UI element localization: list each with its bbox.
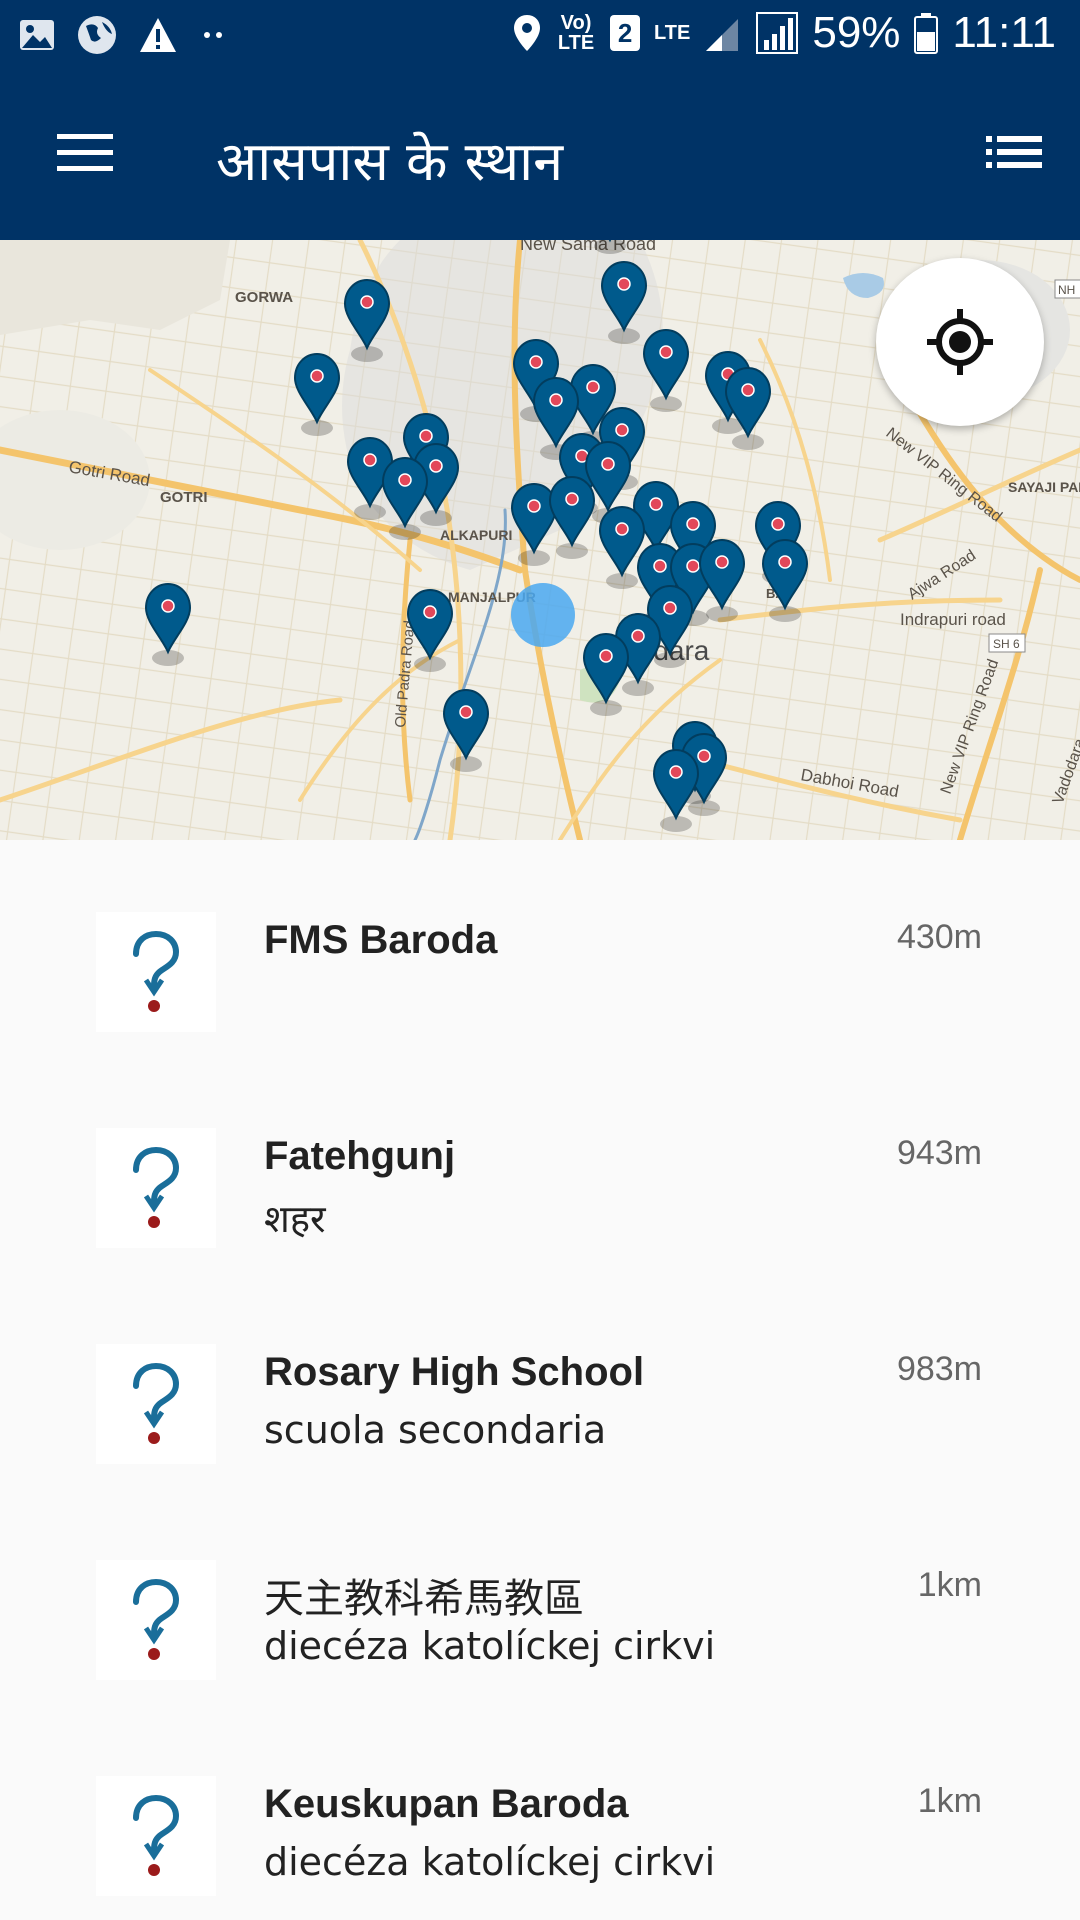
signal-icon (756, 12, 799, 54)
place-thumbnail (96, 1776, 216, 1896)
place-thumbnail (96, 1344, 216, 1464)
place-name: FMS Baroda (264, 918, 498, 962)
place-description: diecéza katolíckej cirkvi (264, 1840, 716, 1884)
signal-icon (706, 19, 739, 51)
location-icon (514, 15, 541, 51)
clock: 11:11 (952, 8, 1056, 57)
list-view-button[interactable] (972, 120, 1056, 184)
list-item[interactable]: Fatehgunj शहर 943m (0, 1056, 1080, 1272)
page-title: आसपास के स्थान (216, 130, 564, 193)
map-label: SAYAJI PARK (1008, 479, 1080, 495)
place-distance: 1km (917, 1782, 982, 1820)
map-label: ALKAPURI (440, 527, 512, 543)
map-view[interactable]: New Sama Road GORWA Gotri Road GOTRI ALK… (0, 240, 1080, 840)
map-label: New Sama Road (520, 240, 656, 254)
place-thumbnail (96, 1560, 216, 1680)
my-location-icon (927, 309, 993, 375)
battery-percent: 59% (812, 8, 901, 57)
place-name: Rosary High School (264, 1350, 645, 1394)
place-thumbnail (96, 912, 216, 1032)
list-item[interactable]: Keuskupan Baroda diecéza katolíckej cirk… (0, 1704, 1080, 1920)
data-arrows-icon: LTE (654, 22, 691, 44)
place-thumbnail (96, 1128, 216, 1248)
place-name: 天主教科希馬教區 (264, 1576, 584, 1622)
place-description: diecéza katolíckej cirkvi (264, 1624, 716, 1668)
place-distance: 430m (896, 918, 982, 956)
current-location-dot (511, 583, 575, 647)
place-name: Fatehgunj (264, 1134, 456, 1178)
status-indicators: Vo) LTE 2 LTE 59% 11:11 (512, 8, 1056, 58)
list-view-icon (986, 136, 1042, 168)
list-item[interactable]: Rosary High School scuola secondaria 983… (0, 1272, 1080, 1488)
map-label: GOTRI (160, 489, 208, 506)
unknown-place-question-icon (133, 1146, 180, 1228)
warning-icon (140, 18, 176, 52)
place-description: scuola secondaria (264, 1408, 607, 1452)
places-list: FMS Baroda 430m Fatehgunj शहर 943m Rosar… (0, 840, 1080, 1920)
unknown-place-question-icon (133, 1578, 180, 1660)
gallery-icon (20, 20, 54, 50)
sim2-icon: 2 (610, 15, 641, 51)
place-distance: 983m (896, 1350, 982, 1388)
map-label: NH (1058, 283, 1075, 297)
place-name: Keuskupan Baroda (264, 1782, 629, 1826)
map-label: SH 6 (993, 637, 1020, 651)
unknown-place-question-icon (133, 930, 180, 1012)
globe-icon (78, 16, 116, 54)
place-distance: 1km (917, 1566, 982, 1604)
volte-icon: Vo) LTE (557, 12, 595, 54)
place-description: शहर (264, 1197, 326, 1241)
unknown-place-question-icon (133, 1794, 180, 1876)
map-label: Indrapuri road (900, 610, 1006, 629)
unknown-place-question-icon (133, 1362, 180, 1444)
menu-button[interactable] (40, 120, 130, 184)
app-bar: आसपास के स्थान (0, 72, 1080, 240)
list-item[interactable]: FMS Baroda 430m (0, 840, 1080, 1056)
hamburger-menu-icon (57, 134, 113, 171)
map-label: GORWA (235, 289, 293, 306)
notification-icons (18, 14, 228, 56)
more-dots-icon (204, 32, 222, 38)
battery-icon (914, 13, 939, 54)
list-item[interactable]: 天主教科希馬教區 diecéza katolíckej cirkvi 1km (0, 1488, 1080, 1704)
status-bar: Vo) LTE 2 LTE 59% 11:11 (0, 0, 1080, 72)
my-location-button[interactable] (876, 258, 1044, 426)
place-distance: 943m (896, 1134, 982, 1172)
